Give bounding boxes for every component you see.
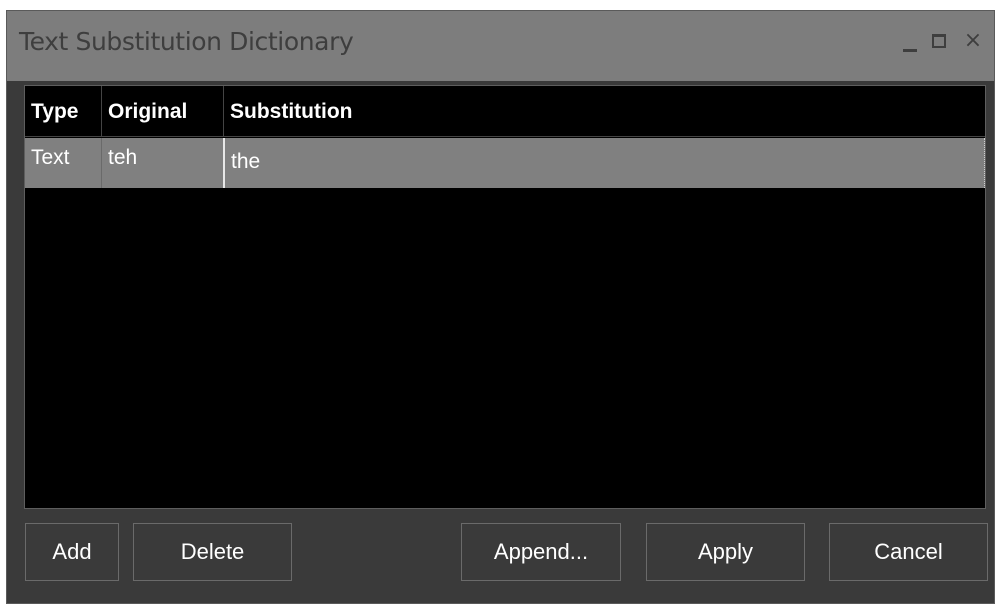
window-title: Text Substitution Dictionary [19, 27, 354, 56]
cell-original[interactable]: teh [101, 138, 223, 188]
cell-substitution[interactable]: the [223, 138, 985, 188]
column-header-type[interactable]: Type [25, 86, 101, 136]
column-header-substitution[interactable]: Substitution [223, 86, 985, 136]
maximize-icon[interactable] [927, 25, 955, 57]
append-button[interactable]: Append... [461, 523, 621, 581]
substitution-table[interactable]: Type Original Substitution Text teh the [24, 85, 986, 509]
add-button[interactable]: Add [25, 523, 119, 581]
column-header-original[interactable]: Original [101, 86, 223, 136]
minimize-icon[interactable] [897, 25, 925, 57]
table-row[interactable]: Text teh the [25, 138, 985, 188]
apply-button[interactable]: Apply [646, 523, 805, 581]
delete-button[interactable]: Delete [133, 523, 292, 581]
dialog-window: Text Substitution Dictionary × Type Orig… [6, 10, 995, 604]
table-header: Type Original Substitution [25, 86, 985, 137]
cell-type[interactable]: Text [25, 138, 101, 188]
close-icon[interactable]: × [959, 25, 987, 57]
title-bar[interactable]: Text Substitution Dictionary × [7, 11, 994, 81]
cancel-button[interactable]: Cancel [829, 523, 988, 581]
